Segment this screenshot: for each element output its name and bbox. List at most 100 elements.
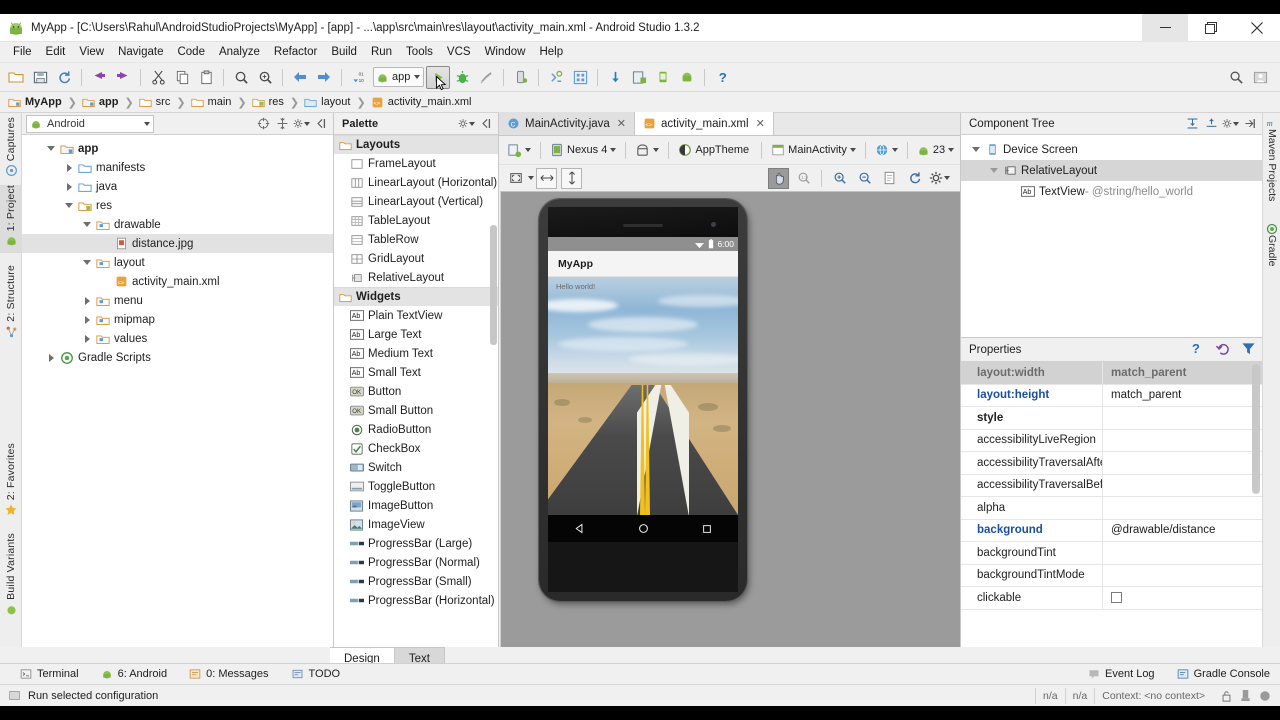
tree-row-drawable[interactable]: drawable [22,215,333,234]
property-row-style[interactable]: style [961,407,1262,430]
zoom-out-button[interactable] [854,168,875,189]
android-avd-icon[interactable] [676,66,698,88]
breadcrumb-item-main[interactable]: main [190,96,231,109]
api-level-selector[interactable]: 23 [914,140,957,161]
avd-manager-icon[interactable] [569,66,591,88]
hello-world-textview[interactable]: Hello world! [556,282,595,291]
property-value[interactable]: match_parent [1103,385,1262,407]
restore-default-icon[interactable] [1215,341,1230,359]
expand-all-icon[interactable] [274,115,291,132]
find-icon[interactable] [230,66,252,88]
help-icon[interactable]: ? [711,66,733,88]
cut-icon[interactable] [147,66,169,88]
zoom-to-fit-button[interactable] [505,168,526,189]
expand-all-icon[interactable] [1184,115,1201,132]
close-icon[interactable]: ✕ [617,117,626,130]
rail-tab-build-variants[interactable]: Build Variants [0,533,22,619]
recents-nav-icon[interactable] [701,523,713,535]
maximize-button[interactable] [1188,14,1234,42]
hide-panel-icon[interactable] [312,115,329,132]
palette-item-linearlayout-horizontal[interactable]: LinearLayout (Horizontal) [334,173,498,192]
activity-selector[interactable]: MainActivity [768,140,859,161]
breadcrumb-item-src[interactable]: src [139,96,170,109]
palette-item-togglebutton[interactable]: ToggleButton [334,477,498,496]
menu-file[interactable]: File [6,44,39,60]
property-row-layout-height[interactable]: layout:height match_parent [961,384,1262,407]
palette-item-large-text[interactable]: Ab Large Text [334,325,498,344]
component-tree-row-device-screen[interactable]: Device Screen [961,139,1262,160]
copy-icon[interactable] [171,66,193,88]
lock-icon[interactable] [1221,690,1232,702]
menu-run[interactable]: Run [364,44,399,60]
chevron-down-icon[interactable] [969,140,983,159]
palette-item-checkbox[interactable]: CheckBox [334,439,498,458]
project-view-selector[interactable]: Android [26,114,154,133]
chevron-right-icon[interactable] [80,329,94,348]
tree-row-layout[interactable]: layout [22,253,333,272]
chevron-right-icon[interactable] [80,291,94,310]
chevron-right-icon[interactable] [80,310,94,329]
preview-settings-button[interactable] [929,168,950,189]
property-row-alpha[interactable]: alpha [961,497,1262,520]
tool-button-messages[interactable]: 0: Messages [189,668,269,680]
debug-icon[interactable] [451,66,473,88]
tool-button-terminal[interactable]: Terminal [20,668,79,680]
memory-icon[interactable] [1240,689,1251,702]
editor-tab-activity-main-xml[interactable]: <> activity_main.xml ✕ [635,112,774,135]
zoom-in-button[interactable] [829,168,850,189]
palette-item-tablerow[interactable]: TableRow [334,230,498,249]
rail-tab-maven-projects[interactable]: m Maven Projects [1263,117,1280,201]
palette-item-imageview[interactable]: ImageView [334,515,498,534]
chevron-down-icon[interactable] [80,253,94,272]
tree-row-res[interactable]: res [22,196,333,215]
property-row-layout-width[interactable]: layout:width match_parent [961,362,1262,385]
palette-item-button[interactable]: OK Button [334,382,498,401]
component-tree-row-relativelayout[interactable]: RelativeLayout [961,160,1262,181]
properties-scrollbar[interactable] [1252,364,1260,494]
collapse-all-icon[interactable] [1203,115,1220,132]
rail-tab-captures[interactable]: Captures [0,117,22,179]
user-layout-icon[interactable] [1249,66,1271,88]
sync-icon[interactable] [53,66,75,88]
property-value[interactable] [1103,452,1262,474]
property-value[interactable] [1103,565,1262,587]
rail-tab-favorites[interactable]: 2: Favorites [0,443,22,519]
menu-tools[interactable]: Tools [399,44,440,60]
tree-row-values[interactable]: values [22,329,333,348]
menu-edit[interactable]: Edit [39,44,73,60]
forward-icon[interactable] [313,66,335,88]
tree-row-app[interactable]: app [22,139,333,158]
palette-item-progressbar-horizontal[interactable]: ProgressBar (Horizontal) [334,591,498,610]
sync-gradle-icon[interactable] [604,66,626,88]
property-row-backgroundtint[interactable]: backgroundTint [961,542,1262,565]
fit-width-button[interactable] [536,167,557,189]
property-row-background[interactable]: background @drawable/distance [961,519,1262,542]
rail-tab-structure[interactable]: 2: Structure [0,265,22,345]
background-tasks-icon[interactable] [1259,690,1271,702]
menu-vcs[interactable]: VCS [440,44,478,60]
chevron-down-icon[interactable] [528,176,534,180]
palette-item-framelayout[interactable]: FrameLayout [334,154,498,173]
menu-window[interactable]: Window [478,44,533,60]
menu-code[interactable]: Code [170,44,212,60]
filter-funnel-icon[interactable] [1241,341,1256,359]
hide-panel-icon[interactable] [1241,115,1258,132]
chevron-right-icon[interactable] [62,158,76,177]
palette-item-imagebutton[interactable]: ImageButton [334,496,498,515]
tree-row-mipmap[interactable]: mipmap [22,310,333,329]
open-folder-icon[interactable] [5,66,27,88]
property-row-accessibilitytraversalbefore[interactable]: accessibilityTraversalBefc [961,474,1262,497]
palette-item-radiobutton[interactable]: RadioButton [334,420,498,439]
property-row-clickable[interactable]: clickable [961,587,1262,610]
breadcrumb-item-res[interactable]: res [252,96,284,109]
find-replace-icon[interactable] [254,66,276,88]
sdk-manager-icon[interactable] [545,66,567,88]
locale-selector[interactable] [872,140,901,161]
palette-item-small-text[interactable]: Ab Small Text [334,363,498,382]
chevron-right-icon[interactable] [44,348,58,367]
project-structure-icon[interactable] [628,66,650,88]
layout-content[interactable]: Hello world! [548,277,738,515]
property-row-accessibilityliveregion[interactable]: accessibilityLiveRegion [961,429,1262,452]
back-nav-icon[interactable] [573,522,586,535]
screenshot-button[interactable] [879,168,900,189]
